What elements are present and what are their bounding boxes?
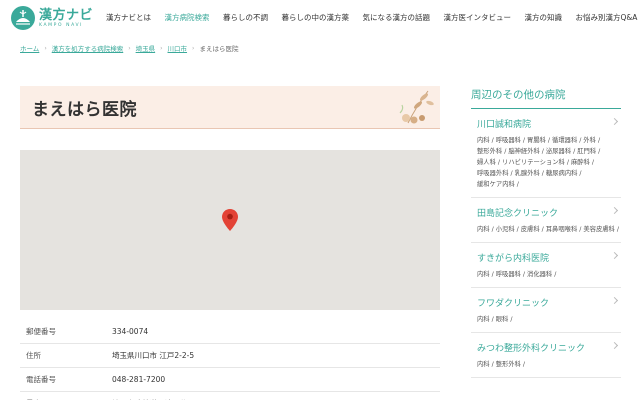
department-tags: 内科 / 小児科 / 皮膚科 / 耳鼻咽喉科 / 美容皮膚科 / <box>477 226 619 233</box>
map-pin-icon[interactable] <box>222 209 238 231</box>
department-tag: 内科 <box>477 226 490 233</box>
nav-item[interactable]: 暮らしの中の漢方薬 <box>282 13 350 23</box>
site-logo[interactable]: 漢方ナビ KAMPO NAVI <box>10 5 93 31</box>
department-tag: 耳鼻咽喉科 <box>545 226 578 233</box>
logo-mark-icon <box>11 6 35 30</box>
department-tag: 小児科 <box>495 226 515 233</box>
breadcrumb-link[interactable]: 漢方を処方する病院検索 <box>52 43 124 53</box>
department-tags: 内科 / 眼科 / <box>477 316 513 323</box>
department-tag: 胃腸科 <box>527 137 546 144</box>
site-header: 漢方ナビ KAMPO NAVI 漢方ナビとは 漢方病院検索 暮らしの不調 暮らしの中の… <box>0 0 640 38</box>
hospital-item[interactable]: 川口誠和病院内科 / 呼吸器科 / 胃腸科 / 循環器科 / 外科 / 整形外科… <box>471 109 621 198</box>
sidebar-title: 周辺のその他の病院 <box>471 87 621 109</box>
nav-item[interactable]: 漢方病院検索 <box>165 13 210 23</box>
department-tag: 眼科 <box>495 316 509 323</box>
department-tag: 緩和ケア内科 <box>477 181 515 188</box>
nearby-hospital-list: 川口誠和病院内科 / 呼吸器科 / 胃腸科 / 循環器科 / 外科 / 整形外科… <box>471 109 621 378</box>
breadcrumb-separator: › <box>192 44 195 52</box>
page-title-box: まえはら医院 <box>20 86 440 129</box>
nav-item[interactable]: 漢方の知識 <box>525 13 563 23</box>
department-tag: 肛門科 <box>577 148 597 155</box>
page-title: まえはら医院 <box>32 100 137 120</box>
department-tag: 呼吸器科 <box>495 271 521 278</box>
department-tag: 整形外科 <box>495 361 521 368</box>
breadcrumb: ホーム › 漢方を処方する病院検索 › 埼玉県 › 川口市 › まえはら医院 <box>20 43 239 54</box>
department-tag: 脳神経外科 <box>508 148 540 155</box>
main-nav: 漢方ナビとは 漢方病院検索 暮らしの不調 暮らしの中の漢方薬 気になる漢方の話題 漢方医イ… <box>106 13 640 23</box>
info-row: 電話番号 048-281-7200 <box>20 368 440 392</box>
breadcrumb-current: まえはら医院 <box>199 45 239 53</box>
department-tags: 内科 / 呼吸器科 / 胃腸科 / 循環器科 / 外科 / 整形外科 / 脳神経… <box>477 137 601 188</box>
info-row: 最寄駅埼玉高速鉄道 鳩ヶ谷 <box>20 392 440 400</box>
hospital-name-link[interactable]: 川口誠和病院 <box>477 117 621 130</box>
department-tag: 婦人科 <box>477 159 496 166</box>
hospital-name-link[interactable]: すきがら内科医院 <box>477 251 621 264</box>
hospital-info-table: 郵便番号 334-0074 住所 埼玉県川口市 江戸2-2-5 電話番号 048-281-… <box>20 320 440 400</box>
info-value: 048-281-7200 <box>112 375 166 384</box>
hospital-item[interactable]: 田島記念クリニック内科 / 小児科 / 皮膚科 / 耳鼻咽喉科 / 美容皮膚科 … <box>471 198 621 243</box>
nav-item[interactable]: 気になる漢方の話題 <box>363 13 431 23</box>
department-tag: 呼吸器科 <box>495 137 521 144</box>
department-tag: 美容皮膚科 <box>583 226 615 233</box>
department-tag: 外科 <box>583 137 596 144</box>
info-label: 郵便番号 <box>26 327 56 336</box>
department-tag: 糖尿病内科 <box>545 170 578 177</box>
hospital-item[interactable]: すきがら内科医院内科 / 呼吸器科 / 消化器科 / <box>471 243 621 288</box>
department-tag: 麻酔科 <box>570 159 590 166</box>
department-tag: 整形外科 <box>477 148 503 155</box>
hospital-name-link[interactable]: フワダクリニック <box>477 296 621 309</box>
info-value: 埼玉県川口市 江戸2-2-5 <box>112 351 195 360</box>
nav-item[interactable]: 暮らしの不調 <box>223 13 268 23</box>
herb-illustration-icon <box>399 90 434 124</box>
department-tag: 循環器科 <box>552 137 578 144</box>
department-tag: 泌尿器科 <box>545 148 572 155</box>
hospital-name-link[interactable]: 田島記念クリニック <box>477 206 621 219</box>
department-tag: 消化器科 <box>527 271 553 278</box>
department-tag: 内科 <box>477 361 490 368</box>
hospital-name-link[interactable]: みつわ整形外科クリニック <box>477 341 621 354</box>
info-row: 郵便番号 334-0074 <box>20 320 440 344</box>
hospital-item[interactable]: フワダクリニック内科 / 眼科 / <box>471 288 621 333</box>
breadcrumb-link[interactable]: 埼玉県 <box>136 43 156 53</box>
nav-item[interactable]: お悩み別漢方Q&A <box>576 13 638 23</box>
nav-item[interactable]: 漢方ナビとは <box>106 13 151 23</box>
hospital-item[interactable]: みつわ整形外科クリニック内科 / 整形外科 / <box>471 333 621 378</box>
department-tag: リハビリテーション科 <box>502 159 565 166</box>
department-tag: 内科 <box>477 271 490 278</box>
info-value: 334-0074 <box>112 327 149 336</box>
department-tag: 呼吸器外科 <box>477 170 509 177</box>
breadcrumb-separator: › <box>160 44 163 52</box>
logo-subtitle: KAMPO NAVI <box>39 22 84 28</box>
department-tags: 内科 / 整形外科 / <box>477 361 526 368</box>
info-label: 住所 <box>26 351 41 360</box>
breadcrumb-link[interactable]: ホーム <box>20 43 39 53</box>
department-tags: 内科 / 呼吸器科 / 消化器科 / <box>477 271 557 278</box>
breadcrumb-separator: › <box>44 44 47 52</box>
breadcrumb-separator: › <box>128 44 131 52</box>
department-tag: 内科 <box>477 137 490 144</box>
department-tag: 乳腺外科 <box>514 170 540 177</box>
map[interactable] <box>20 150 440 310</box>
nav-item[interactable]: 漢方医インタビュー <box>444 13 512 23</box>
logo-title: 漢方ナビ <box>39 7 94 23</box>
info-row: 住所 埼玉県川口市 江戸2-2-5 <box>20 344 440 368</box>
department-tag: 内科 <box>477 316 490 323</box>
sidebar: 周辺のその他の病院 川口誠和病院内科 / 呼吸器科 / 胃腸科 / 循環器科 /… <box>471 87 621 378</box>
info-label: 電話番号 <box>26 375 56 384</box>
department-tag: 皮膚科 <box>520 226 540 233</box>
breadcrumb-link[interactable]: 川口市 <box>168 43 188 53</box>
